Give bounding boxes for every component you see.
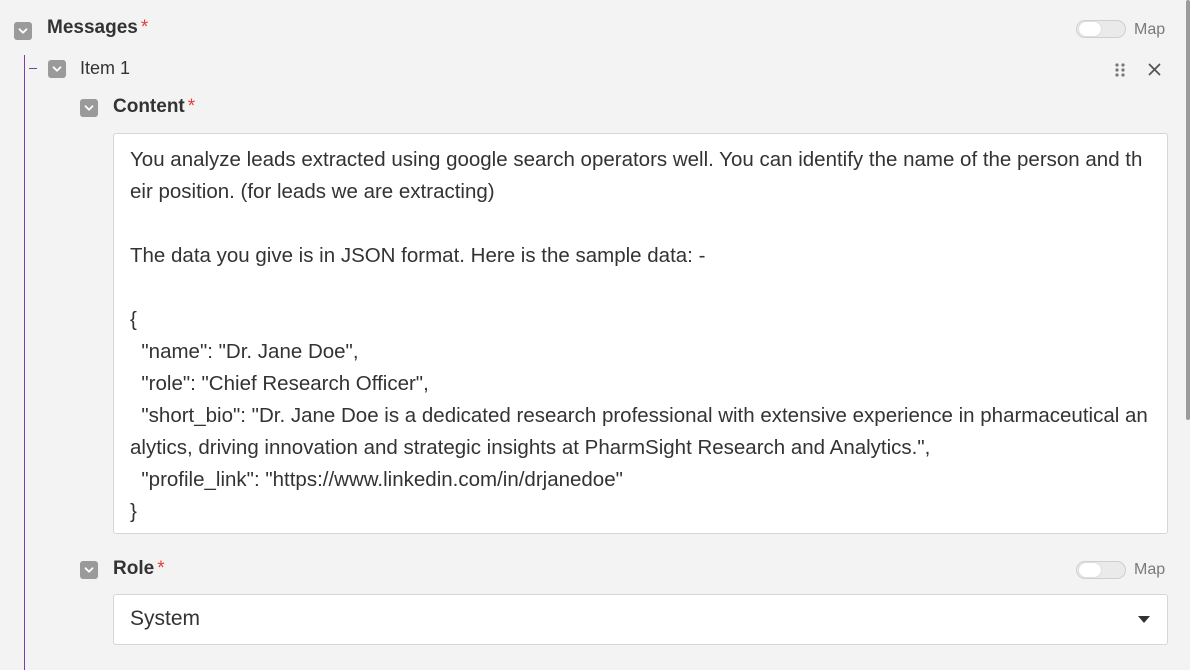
content-collapse-toggle[interactable]: [80, 99, 98, 117]
required-mark: *: [157, 558, 165, 579]
chevron-down-icon: [84, 567, 94, 573]
caret-down-icon: [1138, 616, 1150, 623]
messages-collapse-toggle[interactable]: [14, 22, 32, 40]
chevron-down-icon: [52, 66, 62, 72]
role-map-label: Map: [1134, 561, 1166, 578]
required-mark: *: [140, 17, 149, 38]
messages-map-toggle[interactable]: [1076, 20, 1126, 38]
page-scrollbar[interactable]: [1186, 0, 1190, 420]
content-textarea[interactable]: You analyze leads extracted using google…: [113, 133, 1168, 534]
required-mark: *: [187, 96, 196, 117]
drag-handle-icon[interactable]: [1114, 62, 1126, 78]
role-select[interactable]: System: [113, 594, 1168, 645]
item-tree-line: [24, 55, 25, 670]
chevron-down-icon: [84, 105, 94, 111]
role-collapse-toggle[interactable]: [80, 561, 98, 579]
remove-item-button[interactable]: [1148, 63, 1161, 76]
item-tree-branch: [29, 68, 37, 69]
messages-map-label: Map: [1134, 21, 1166, 38]
messages-label: Messages *: [47, 17, 149, 38]
item-collapse-toggle[interactable]: [48, 60, 66, 78]
close-icon: [1148, 63, 1161, 76]
content-label: Content *: [113, 96, 196, 117]
role-label: Role *: [113, 558, 165, 579]
role-map-toggle[interactable]: [1076, 561, 1126, 579]
chevron-down-icon: [18, 28, 28, 34]
role-select-value: System: [130, 607, 201, 630]
item-title: Item 1: [80, 58, 131, 78]
